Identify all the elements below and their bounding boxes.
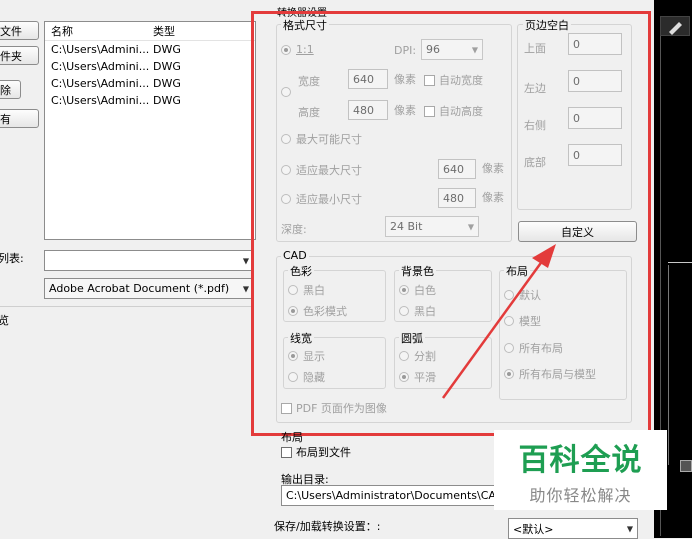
- collapse-icon[interactable]: [680, 460, 692, 472]
- arrow-shaft: [441, 259, 545, 399]
- output-dir-value: C:\Users\Administrator\Documents\CADEdit: [286, 489, 511, 502]
- save-settings-value: <默认>: [513, 522, 554, 536]
- pencil-icon: [660, 16, 690, 36]
- layout-to-file-checkbox[interactable]: 布局到文件: [281, 444, 351, 460]
- chevron-down-icon: ▼: [626, 524, 633, 533]
- save-settings-label: 保存/加载转换设置：:: [274, 520, 381, 533]
- layout-to-file-label: 布局到文件: [296, 446, 351, 459]
- checkbox-box: [281, 446, 292, 458]
- cad-line: [668, 262, 692, 263]
- watermark-subtitle: 助你轻松解决: [529, 485, 632, 505]
- watermark: 百科全说 助你轻松解决: [494, 430, 667, 510]
- cad-line: [668, 265, 669, 465]
- watermark-title: 百科全说: [518, 442, 643, 478]
- arrow-head: [532, 244, 556, 268]
- save-settings-combo[interactable]: <默认> ▼: [508, 518, 638, 539]
- output-dir-field[interactable]: C:\Users\Administrator\Documents\CADEdit: [281, 485, 511, 506]
- layout-section-label: 布局: [281, 431, 303, 444]
